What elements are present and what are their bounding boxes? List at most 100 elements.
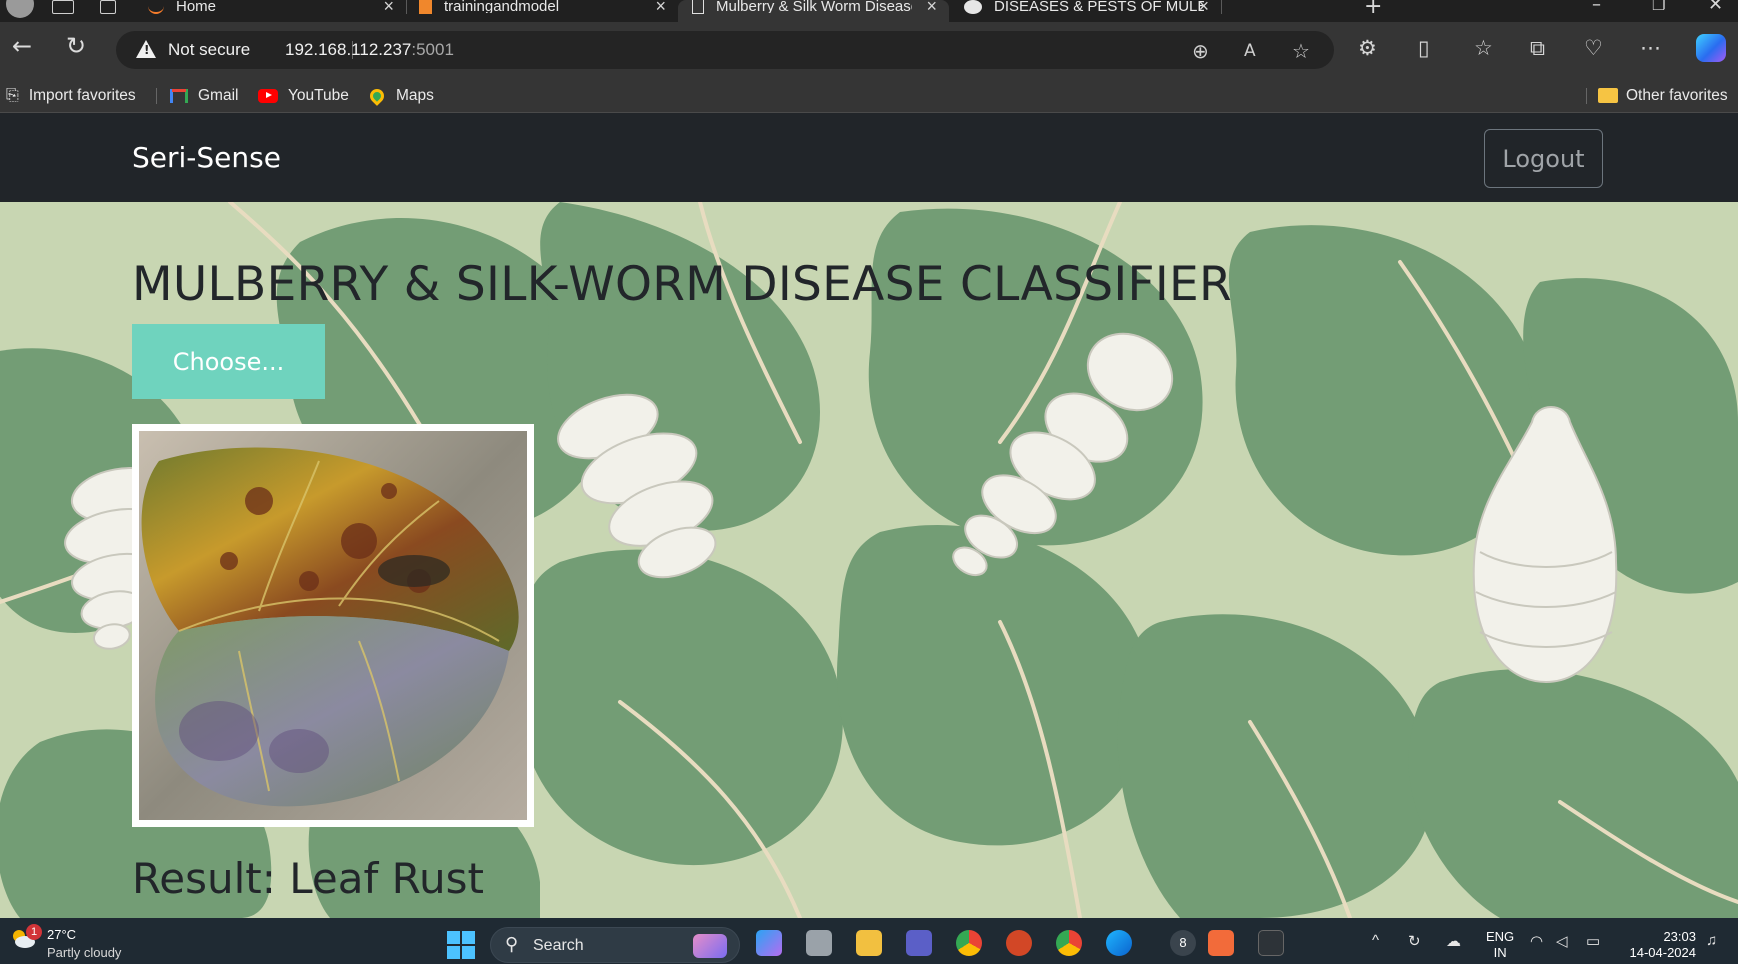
- tab-actions-icon[interactable]: [100, 0, 116, 14]
- main-content: MULBERRY & SILK-WORM DISEASE CLASSIFIER …: [0, 202, 1738, 918]
- tab-mulberry-classifier[interactable]: Mulberry & Silk Worm Disease Pr ×: [678, 0, 949, 22]
- tab-divider: [1221, 0, 1222, 14]
- security-label[interactable]: Not secure: [168, 40, 250, 60]
- wordpress-icon: [964, 0, 982, 14]
- windows-start-icon[interactable]: [447, 931, 475, 959]
- tab-diseases-pests[interactable]: DISEASES & PESTS OF MULBERR ×: [950, 0, 1221, 22]
- language-indicator[interactable]: ENG IN: [1486, 929, 1514, 961]
- favorite-label: Import favorites: [28, 86, 136, 104]
- notebook-icon: [419, 0, 432, 14]
- tab-title: Mulberry & Silk Worm Disease Pr: [716, 0, 912, 13]
- more-options-icon[interactable]: ⋯: [1640, 36, 1661, 60]
- clock-date: 14-04-2024: [1629, 945, 1697, 960]
- favorite-label: Gmail: [198, 86, 239, 104]
- youtube-icon: [258, 88, 278, 103]
- tab-strip: Home × trainingandmodel × Mulberry & Sil…: [0, 0, 1738, 22]
- powerpoint-icon[interactable]: [1006, 930, 1032, 956]
- uploaded-image-preview: [132, 424, 534, 827]
- brand-logo-text[interactable]: Seri-Sense: [132, 141, 281, 174]
- favorite-maps[interactable]: Maps: [367, 78, 434, 113]
- favorites-icon[interactable]: ☆: [1474, 36, 1493, 60]
- leaf-photo: [139, 431, 527, 820]
- copilot-app-icon[interactable]: [756, 930, 782, 956]
- taskbar-search[interactable]: ⚲ Search: [490, 927, 740, 963]
- clock-time: 23:03: [1663, 929, 1696, 944]
- back-icon[interactable]: ←: [12, 34, 32, 58]
- url-host: 192.168.112.237: [285, 40, 412, 59]
- lang-region: IN: [1493, 945, 1507, 960]
- read-aloud-icon[interactable]: A: [1244, 41, 1256, 61]
- workspaces-icon[interactable]: [52, 0, 74, 14]
- page-title: MULBERRY & SILK-WORM DISEASE CLASSIFIER: [132, 257, 1232, 312]
- minimize-icon[interactable]: –: [1592, 0, 1601, 15]
- other-favorites[interactable]: Other favorites: [1598, 78, 1728, 113]
- split-screen-icon[interactable]: ▯: [1418, 36, 1430, 60]
- tab-home[interactable]: Home ×: [136, 0, 406, 22]
- page-icon: [692, 0, 704, 14]
- url-text[interactable]: 192.168.112.237:5001: [285, 40, 454, 60]
- gmail-icon: [170, 88, 188, 103]
- favorite-youtube[interactable]: YouTube: [258, 78, 349, 113]
- tab-title: Home: [176, 0, 217, 13]
- task-view-icon[interactable]: [806, 930, 832, 956]
- copilot-icon[interactable]: [1696, 34, 1726, 62]
- search-icon: ⚲: [505, 934, 519, 954]
- favorite-gmail[interactable]: Gmail: [170, 78, 238, 113]
- favorite-label: Maps: [396, 86, 434, 104]
- new-tab-icon[interactable]: +: [1364, 0, 1382, 19]
- favorites-divider: [1586, 88, 1587, 104]
- logout-button[interactable]: Logout: [1484, 129, 1603, 188]
- lang-code: ENG: [1486, 929, 1515, 944]
- xampp-icon[interactable]: [1208, 930, 1234, 956]
- zoom-icon[interactable]: ⊕: [1192, 39, 1209, 63]
- volume-icon[interactable]: ◁: [1556, 932, 1568, 950]
- tab-trainingandmodel[interactable]: trainingandmodel ×: [407, 0, 678, 22]
- warning-icon: [136, 40, 156, 58]
- show-hidden-icons-icon[interactable]: ^: [1372, 932, 1379, 949]
- collections-icon[interactable]: ⧉: [1530, 36, 1545, 60]
- chrome-icon[interactable]: [956, 930, 982, 956]
- profile-avatar[interactable]: [6, 0, 34, 18]
- terminal-icon[interactable]: [1258, 930, 1284, 956]
- choose-file-button[interactable]: Choose...: [132, 324, 325, 399]
- onedrive-icon[interactable]: ☁: [1446, 932, 1461, 950]
- tab-title: trainingandmodel: [444, 0, 560, 13]
- windows-taskbar: 1 27°C Partly cloudy ⚲ Search 8 ^ ↻ ☁ EN…: [0, 918, 1738, 964]
- battery-icon[interactable]: ▭: [1586, 932, 1600, 950]
- window-close-icon[interactable]: ✕: [1708, 0, 1723, 15]
- url-port: :5001: [411, 40, 454, 59]
- weather-condition[interactable]: Partly cloudy: [47, 945, 121, 960]
- restore-icon[interactable]: ❐: [1652, 0, 1665, 14]
- close-icon[interactable]: ×: [655, 0, 666, 17]
- search-label: Search: [533, 937, 584, 954]
- weather-alert-badge: 1: [26, 924, 42, 940]
- browser-toolbar: ← ↻ Not secure 192.168.112.237:5001 ⊕ A …: [0, 22, 1738, 78]
- search-highlight-icon: [693, 934, 727, 958]
- import-icon: ⎘: [6, 86, 19, 104]
- notification-bell-icon[interactable]: ♫: [1706, 932, 1717, 949]
- edge-icon[interactable]: [1106, 930, 1132, 956]
- notification-count-badge[interactable]: 8: [1170, 930, 1196, 956]
- chrome-profile-icon[interactable]: [1056, 930, 1082, 956]
- file-explorer-icon[interactable]: [856, 930, 882, 956]
- refresh-icon[interactable]: ↻: [66, 34, 86, 58]
- extensions-icon[interactable]: ⚙: [1358, 36, 1377, 60]
- close-icon[interactable]: ×: [926, 0, 937, 17]
- system-clock[interactable]: 23:03 14-04-2024: [1624, 929, 1697, 961]
- browser-essentials-icon[interactable]: ♡: [1584, 36, 1603, 60]
- teams-icon[interactable]: [906, 930, 932, 956]
- address-bar[interactable]: Not secure 192.168.112.237:5001 ⊕ A ☆: [116, 31, 1334, 69]
- favorite-label: YouTube: [288, 86, 349, 104]
- favorites-divider: [156, 88, 157, 104]
- close-icon[interactable]: ×: [1198, 0, 1209, 17]
- site-navbar: Seri-Sense Logout: [0, 113, 1738, 202]
- temperature[interactable]: 27°C: [47, 927, 76, 942]
- wifi-icon[interactable]: ◠: [1530, 932, 1543, 950]
- folder-icon: [1598, 88, 1618, 103]
- sync-icon[interactable]: ↻: [1408, 932, 1421, 950]
- prediction-result: Result: Leaf Rust: [132, 854, 484, 903]
- favorites-bar: ⎘ Import favorites Gmail YouTube Maps Ot…: [0, 78, 1738, 113]
- favorite-star-icon[interactable]: ☆: [1292, 39, 1310, 63]
- close-icon[interactable]: ×: [383, 0, 394, 17]
- favorite-import[interactable]: ⎘ Import favorites: [6, 78, 136, 113]
